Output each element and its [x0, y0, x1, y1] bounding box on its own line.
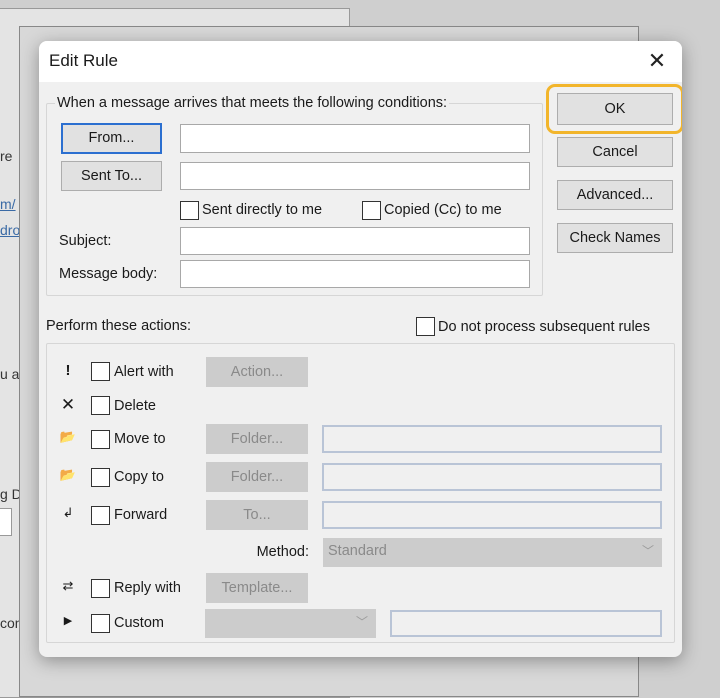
- background-link: m/: [0, 196, 16, 212]
- do-not-process-label: Do not process subsequent rules: [438, 319, 650, 335]
- cancel-button[interactable]: Cancel: [557, 137, 673, 167]
- sent-to-button[interactable]: Sent To...: [61, 161, 162, 191]
- actions-group: [46, 343, 675, 643]
- move-checkbox[interactable]: [91, 430, 110, 449]
- custom-label: Custom: [114, 615, 164, 631]
- do-not-process-checkbox[interactable]: [416, 317, 435, 336]
- forward-label: Forward: [114, 507, 168, 523]
- background-text: re: [0, 148, 13, 164]
- conditions-label: When a message arrives that meets the fo…: [55, 95, 450, 111]
- sent-directly-label: Sent directly to me: [202, 202, 323, 218]
- copy-checkbox[interactable]: [91, 468, 110, 487]
- edit-rule-dialog: Edit Rule ✕ When a message arrives that …: [39, 41, 682, 657]
- background-text: u a: [0, 366, 20, 382]
- check-names-button[interactable]: Check Names: [557, 223, 673, 253]
- sent-directly-checkbox[interactable]: [180, 201, 199, 220]
- reply-checkbox[interactable]: [91, 579, 110, 598]
- forward-to-input[interactable]: [322, 501, 662, 529]
- from-button[interactable]: From...: [61, 123, 162, 154]
- ok-button[interactable]: OK: [557, 93, 673, 125]
- copied-label: Copied (Cc) to me: [384, 202, 502, 218]
- move-folder-button[interactable]: Folder...: [206, 424, 308, 454]
- from-input[interactable]: [180, 124, 530, 153]
- play-arrow-icon: ▶: [63, 615, 73, 627]
- template-button[interactable]: Template...: [206, 573, 308, 603]
- delete-checkbox[interactable]: [91, 396, 110, 415]
- custom-input[interactable]: [390, 610, 662, 637]
- copy-folder-button[interactable]: Folder...: [206, 462, 308, 492]
- message-body-input[interactable]: [180, 260, 530, 288]
- alert-label: Alert with: [114, 364, 174, 380]
- subject-label: Subject:: [59, 233, 112, 249]
- copy-folder-input[interactable]: [322, 463, 662, 491]
- copy-folder-icon: 📂: [59, 467, 77, 482]
- forward-icon: ↲: [62, 505, 74, 520]
- action-button[interactable]: Action...: [206, 357, 308, 387]
- method-select[interactable]: Standard ﹀: [323, 538, 662, 567]
- custom-checkbox[interactable]: [91, 614, 110, 633]
- background-link: dro: [0, 222, 21, 238]
- dialog-title: Edit Rule: [49, 51, 118, 70]
- chevron-down-icon: ﹀: [355, 615, 368, 629]
- move-folder-icon: 📂: [59, 429, 77, 444]
- title-bar: [39, 41, 682, 82]
- delete-label: Delete: [114, 398, 156, 414]
- copy-label: Copy to: [114, 469, 164, 485]
- custom-select[interactable]: ﹀: [205, 609, 376, 638]
- close-icon[interactable]: ✕: [639, 45, 675, 77]
- chevron-down-icon: ﹀: [641, 544, 654, 558]
- forward-checkbox[interactable]: [91, 506, 110, 525]
- reply-icon: ⇄: [62, 578, 74, 593]
- reply-label: Reply with: [114, 580, 181, 596]
- background-input: [0, 508, 12, 536]
- subject-input[interactable]: [180, 227, 530, 255]
- message-body-label: Message body:: [59, 266, 158, 282]
- advanced-button[interactable]: Advanced...: [557, 180, 673, 210]
- move-folder-input[interactable]: [322, 425, 662, 453]
- actions-label: Perform these actions:: [46, 318, 192, 334]
- method-label: Method:: [256, 544, 309, 560]
- method-value: Standard: [328, 543, 387, 559]
- exclamation-icon: !: [65, 362, 71, 379]
- alert-checkbox[interactable]: [91, 362, 110, 381]
- sent-to-input[interactable]: [180, 162, 530, 190]
- move-label: Move to: [114, 431, 166, 447]
- forward-to-button[interactable]: To...: [206, 500, 308, 530]
- delete-x-icon: ✕: [60, 395, 76, 414]
- copied-checkbox[interactable]: [362, 201, 381, 220]
